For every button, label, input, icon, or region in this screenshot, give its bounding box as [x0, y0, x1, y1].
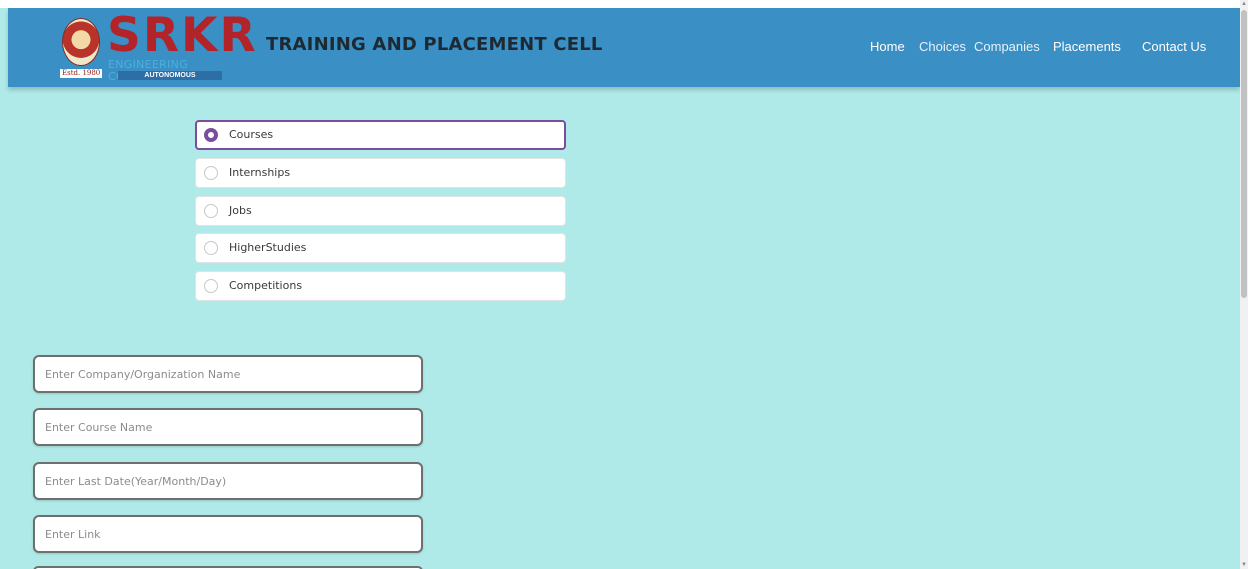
page-title: TRAINING AND PLACEMENT CELL — [266, 34, 603, 55]
window-top-strip — [0, 0, 1248, 8]
radio-unchecked-icon — [204, 279, 218, 293]
college-logo[interactable]: Estd. 1980 SRKR ENGINEERING COLLEGE AUTO… — [52, 10, 256, 83]
choice-competitions[interactable]: Competitions — [195, 271, 566, 301]
nav-link-placements[interactable]: Placements — [1053, 39, 1121, 54]
choice-higherstudies[interactable]: HigherStudies — [195, 233, 566, 263]
nav-link-contact-us[interactable]: Contact Us — [1142, 39, 1206, 54]
choice-jobs[interactable]: Jobs — [195, 196, 566, 226]
last-date-input[interactable] — [33, 462, 423, 500]
nav-link-companies[interactable]: Companies — [974, 39, 1040, 54]
radio-unchecked-icon — [204, 204, 218, 218]
nav-link-choices[interactable]: Choices — [919, 39, 966, 54]
choice-label: Competitions — [229, 279, 303, 292]
radio-unchecked-icon — [204, 166, 218, 180]
radio-checked-icon — [204, 128, 218, 142]
radio-unchecked-icon — [204, 241, 218, 255]
nav-link-home[interactable]: Home — [870, 39, 905, 54]
choice-label: HigherStudies — [229, 241, 307, 254]
link-input[interactable] — [33, 515, 423, 553]
choice-label: Internships — [229, 166, 291, 179]
logo-tagline: AUTONOMOUS — [118, 71, 222, 80]
course-name-input[interactable] — [33, 408, 423, 446]
choice-internships[interactable]: Internships — [195, 158, 566, 188]
scroll-down-arrow-icon[interactable]: ▼ — [1241, 561, 1247, 569]
navbar: Estd. 1980 SRKR ENGINEERING COLLEGE AUTO… — [8, 8, 1240, 87]
logo-established: Estd. 1980 — [60, 69, 103, 78]
choice-courses[interactable]: Courses — [195, 120, 566, 150]
scroll-up-arrow-icon[interactable]: ▲ — [1241, 0, 1247, 8]
logo-wordmark: SRKR — [107, 8, 258, 63]
scrollbar-thumb[interactable] — [1241, 10, 1247, 298]
choice-label: Jobs — [229, 204, 252, 217]
choice-label: Courses — [229, 128, 274, 141]
college-emblem-icon — [62, 18, 100, 66]
company-name-input[interactable] — [33, 355, 423, 393]
